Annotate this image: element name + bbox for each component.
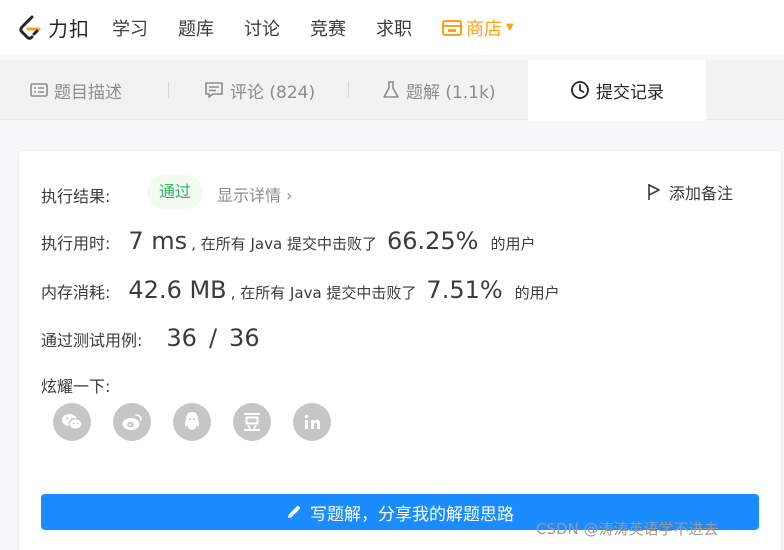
status-badge: 通过 — [147, 175, 204, 209]
store-label: 商店 — [466, 18, 502, 40]
memory-value: 42.6 MB — [128, 276, 227, 304]
runtime-label: 执行用时: — [41, 234, 111, 253]
memory-text: , 在所有 Java 提交中击败了 — [230, 284, 417, 302]
status-label: 执行结果: — [41, 187, 111, 206]
tab-solutions-label: 题解 (1.1k) — [406, 82, 496, 103]
pencil-icon — [288, 505, 301, 518]
nav-item-learn[interactable]: 学习 — [112, 15, 148, 41]
brand-name: 力扣 — [48, 17, 90, 41]
wechat-icon — [62, 414, 83, 430]
runtime-text: , 在所有 Java 提交中击败了 — [191, 235, 377, 253]
show-details-link[interactable]: 显示详情 › — [217, 182, 293, 206]
testcases-passed: 36 — [166, 324, 197, 352]
share-douban-button[interactable] — [233, 403, 271, 441]
chevron-right-icon: › — [286, 186, 293, 205]
comment-icon — [205, 82, 223, 98]
memory-suffix: 的用户 — [514, 284, 560, 302]
share-wechat-button[interactable] — [53, 403, 91, 441]
write-solution-label: 写题解，分享我的解题思路 — [310, 504, 514, 525]
memory-percent: 7.51% — [426, 276, 503, 304]
memory-row: 内存消耗: 42.6 MB , 在所有 Java 提交中击败了 7.51% 的用… — [41, 276, 560, 304]
flag-icon — [648, 184, 660, 200]
leetcode-logo[interactable]: 力扣 — [18, 13, 90, 42]
runtime-row: 执行用时: 7 ms , 在所有 Java 提交中击败了 66.25% 的用户 — [41, 227, 535, 255]
flask-icon — [383, 81, 399, 98]
share-weibo-button[interactable] — [113, 403, 151, 441]
nav-item-discuss[interactable]: 讨论 — [244, 15, 280, 41]
douban-icon — [244, 413, 260, 431]
nav-item-jobs[interactable]: 求职 — [376, 15, 412, 41]
tab-comments-label: 评论 (824) — [230, 82, 316, 103]
linkedin-icon — [304, 414, 320, 429]
testcases-row: 通过测试用例: 36 / 36 — [41, 324, 260, 352]
store-icon — [442, 19, 462, 36]
nav-item-contest[interactable]: 竞赛 — [310, 15, 346, 41]
show-details-label: 显示详情 — [217, 186, 282, 205]
chevron-down-icon: ▼ — [506, 22, 514, 33]
runtime-percent: 66.25% — [386, 227, 479, 255]
testcases-label: 通过测试用例: — [41, 331, 143, 350]
share-label: 炫耀一下: — [41, 377, 111, 396]
submission-result-panel: 执行结果: 通过 显示详情 › 添加备注 执行用时: 7 ms , 在所有 Ja… — [18, 150, 782, 550]
memory-label: 内存消耗: — [41, 283, 111, 302]
runtime-value: 7 ms — [128, 227, 188, 255]
runtime-suffix: 的用户 — [490, 235, 536, 253]
tab-submissions-label: 提交记录 — [596, 82, 664, 103]
tab-submissions[interactable]: 提交记录 — [528, 60, 706, 121]
tab-divider — [168, 82, 169, 98]
watermark: CSDN @涛涛英语学不进去 — [536, 520, 719, 538]
description-icon — [30, 83, 48, 97]
tab-description[interactable]: 题目描述 — [30, 60, 122, 120]
clock-icon — [571, 81, 589, 99]
tab-solutions[interactable]: 题解 (1.1k) — [382, 60, 496, 120]
share-buttons — [53, 403, 353, 441]
qq-icon — [185, 412, 199, 430]
share-qq-button[interactable] — [173, 403, 211, 441]
tab-comments[interactable]: 评论 (824) — [204, 60, 315, 120]
problem-tabs: 题目描述 评论 (824) 题解 (1.1k) 提交记录 — [0, 60, 784, 121]
share-linkedin-button[interactable] — [293, 403, 331, 441]
add-note-label: 添加备注 — [669, 184, 734, 203]
weibo-icon — [122, 414, 142, 430]
tab-divider — [348, 82, 349, 98]
nav-item-problems[interactable]: 题库 — [178, 15, 214, 41]
tab-description-label: 题目描述 — [54, 82, 122, 103]
leetcode-logo-icon — [19, 15, 41, 40]
testcases-total: 36 — [229, 324, 260, 352]
add-note-button[interactable]: 添加备注 — [647, 180, 733, 204]
nav-item-store[interactable]: 商店 ▼ — [442, 15, 514, 41]
top-navigation: 力扣 学习 题库 讨论 竞赛 求职 商店 ▼ — [0, 0, 784, 55]
testcases-separator: / — [208, 324, 218, 352]
